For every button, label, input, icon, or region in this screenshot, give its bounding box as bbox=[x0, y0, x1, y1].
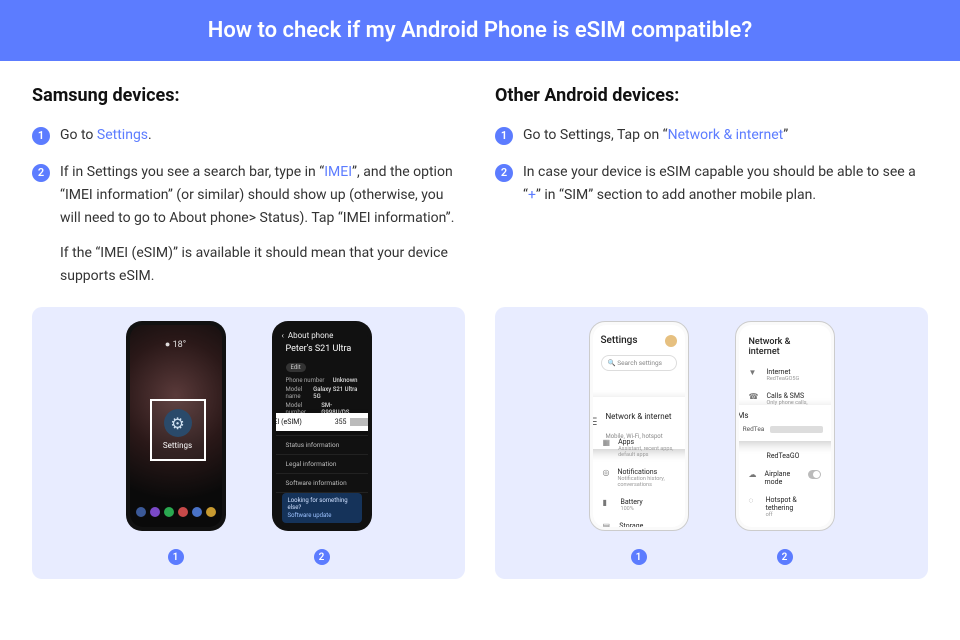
highlight-settings: Settings bbox=[97, 127, 148, 143]
search-settings-field: 🔍 Search settings bbox=[601, 355, 677, 371]
network-internet-label: Network & internet bbox=[605, 412, 671, 421]
step-text: Go to bbox=[60, 127, 97, 143]
about-phone-header: About phone bbox=[288, 331, 333, 340]
screenshot-panels: ● 18° ⚙ Settings ‹ About phone Peter's bbox=[0, 307, 960, 580]
screenshot-number-icon: 2 bbox=[314, 549, 330, 565]
about-row: Phone numberUnknown bbox=[276, 376, 368, 385]
step-text-extra: If the “IMEI (eSIM)” is available it sho… bbox=[60, 242, 465, 288]
help-footer: Looking for something else? Software upd… bbox=[282, 493, 362, 523]
step-number-icon: 1 bbox=[32, 127, 50, 145]
about-row: Software information bbox=[276, 473, 368, 492]
step-text: ” in “SIM” section to add another mobile… bbox=[536, 187, 816, 203]
step-text: Go to Settings, Tap on “ bbox=[523, 127, 668, 143]
network-row: ▼InternetRedTeaGO5G bbox=[739, 363, 831, 387]
other-phone-settings: Settings 🔍 Search settings ☰ Network & i… bbox=[589, 321, 689, 531]
settings-row: ◎NotificationsNotification history, conv… bbox=[593, 463, 685, 493]
screenshot-number-icon: 1 bbox=[168, 549, 184, 565]
step-text: ” bbox=[783, 127, 788, 143]
sims-callout: SIMs ▣ RedTea + bbox=[739, 405, 831, 441]
page-title: How to check if my Android Phone is eSIM… bbox=[208, 18, 752, 43]
settings-app-highlight: ⚙ Settings bbox=[150, 399, 206, 461]
imei-value-prefix: 355 bbox=[335, 418, 347, 426]
screenshot-number-icon: 2 bbox=[777, 549, 793, 565]
settings-header: Settings bbox=[601, 335, 638, 346]
gear-icon: ⚙ bbox=[164, 409, 192, 437]
about-row: Legal information bbox=[276, 454, 368, 473]
other-column: Other Android devices: 1 Go to Settings,… bbox=[495, 85, 928, 303]
dock-app-icon bbox=[192, 507, 202, 517]
instruction-columns: Samsung devices: 1 Go to Settings. 2 If … bbox=[0, 61, 960, 303]
network-row: RedTeaGO bbox=[739, 447, 831, 465]
settings-app-label: Settings bbox=[163, 441, 192, 450]
sim-name: RedTea bbox=[743, 425, 765, 433]
wifi-icon: ☰ bbox=[593, 417, 598, 428]
app-dock bbox=[136, 507, 216, 521]
other-phone-network: Network & internet ▼InternetRedTeaGO5G☎C… bbox=[735, 321, 835, 531]
about-row: Status information bbox=[276, 435, 368, 454]
samsung-heading: Samsung devices: bbox=[32, 85, 465, 106]
screenshot-number-icon: 1 bbox=[631, 549, 647, 565]
imei-esim-label: IMEI (eSIM) bbox=[276, 418, 302, 426]
sims-label: SIMs bbox=[739, 411, 831, 420]
step-number-icon: 1 bbox=[495, 127, 513, 145]
network-row: ○Data Saveroff bbox=[739, 523, 831, 527]
dock-app-icon bbox=[136, 507, 146, 517]
device-name: Peter's S21 Ultra bbox=[276, 342, 368, 354]
other-step-1: 1 Go to Settings, Tap on “Network & inte… bbox=[495, 124, 928, 147]
imei-esim-callout: IMEI (eSIM) 355 bbox=[276, 413, 368, 431]
step-text: . bbox=[148, 127, 152, 143]
toggle-icon bbox=[808, 470, 821, 479]
settings-row: ▦AppsAssistant, recent apps, default app… bbox=[593, 433, 685, 463]
help-question: Looking for something else? bbox=[288, 497, 356, 511]
settings-row: ▮Battery100% bbox=[593, 493, 685, 517]
samsung-step-1: 1 Go to Settings. bbox=[32, 124, 465, 147]
step-number-icon: 2 bbox=[495, 164, 513, 182]
settings-row: ▤Storage39% used – 78.66 GB free bbox=[593, 517, 685, 527]
samsung-column: Samsung devices: 1 Go to Settings. 2 If … bbox=[32, 85, 465, 303]
avatar-icon bbox=[665, 335, 677, 347]
other-panel: Settings 🔍 Search settings ☰ Network & i… bbox=[495, 307, 928, 580]
step-text: If in Settings you see a search bar, typ… bbox=[60, 164, 324, 180]
imei-masked bbox=[350, 418, 368, 426]
help-link: Software update bbox=[288, 512, 356, 519]
back-icon: ‹ bbox=[282, 331, 284, 340]
samsung-phone-home: ● 18° ⚙ Settings bbox=[126, 321, 226, 531]
highlight-plus: + bbox=[528, 187, 536, 203]
page-header: How to check if my Android Phone is eSIM… bbox=[0, 0, 960, 61]
about-row: Model nameGalaxy S21 Ultra 5G bbox=[276, 385, 368, 401]
dock-app-icon bbox=[150, 507, 160, 517]
network-row: ☁Airplane mode bbox=[739, 465, 831, 491]
step-number-icon: 2 bbox=[32, 164, 50, 182]
other-step-2: 2 In case your device is eSIM capable yo… bbox=[495, 161, 928, 207]
samsung-phone-about: ‹ About phone Peter's S21 Ultra Edit Pho… bbox=[272, 321, 372, 531]
samsung-panel: ● 18° ⚙ Settings ‹ About phone Peter's bbox=[32, 307, 465, 580]
network-internet-header: Network & internet bbox=[739, 325, 831, 363]
highlight-imei: IMEI bbox=[324, 164, 352, 180]
dock-app-icon bbox=[164, 507, 174, 517]
highlight-network-internet: Network & internet bbox=[668, 127, 784, 143]
network-row: ◌Hotspot & tetheringoff bbox=[739, 491, 831, 523]
other-heading: Other Android devices: bbox=[495, 85, 928, 106]
edit-button: Edit bbox=[286, 363, 306, 372]
weather-widget: ● 18° bbox=[130, 339, 222, 350]
dock-app-icon bbox=[178, 507, 188, 517]
sim-masked bbox=[770, 426, 823, 433]
samsung-step-2: 2 If in Settings you see a search bar, t… bbox=[32, 161, 465, 288]
add-sim-plus-icon: + bbox=[829, 424, 831, 435]
dock-app-icon bbox=[206, 507, 216, 517]
